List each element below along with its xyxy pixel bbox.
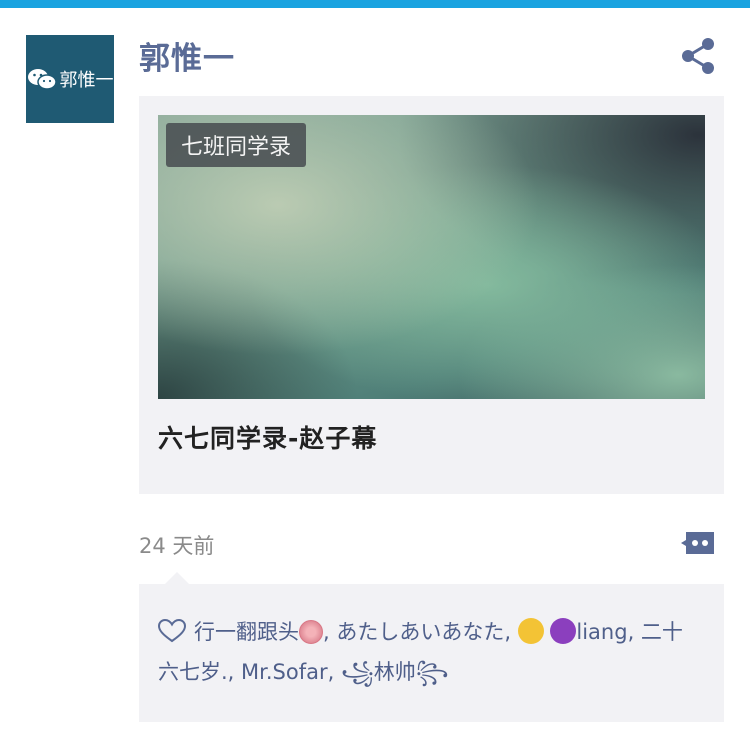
avatar[interactable]: 郭惟一: [26, 35, 114, 123]
tears-of-joy-emoji-icon: [517, 618, 544, 644]
author-name[interactable]: 郭惟一: [139, 33, 235, 78]
cover-image: 七班同学录: [158, 115, 705, 399]
cover-tag: 七班同学录: [166, 123, 307, 167]
post-time: 24 天前: [139, 534, 215, 558]
wechat-icon: [27, 69, 57, 90]
liker-name[interactable]: , あたしあいあなた,: [323, 620, 518, 644]
flower-emoji-icon: [299, 620, 323, 644]
share-icon[interactable]: [678, 36, 718, 76]
liker-name[interactable]: ꧁林帅꧂: [341, 660, 449, 684]
top-accent-bar: [0, 0, 750, 8]
likes-list: 行一翻跟头, あたしあいあなた, liang, 二十六七岁., Mr.Sofar…: [158, 612, 703, 692]
likes-panel: 行一翻跟头, あたしあいあなた, liang, 二十六七岁., Mr.Sofar…: [139, 572, 724, 722]
heart-icon: [158, 619, 186, 643]
liker-name[interactable]: liang: [576, 620, 627, 644]
liker-name[interactable]: 行一翻跟头: [194, 620, 299, 644]
article-title[interactable]: 六七同学录-赵子幕: [158, 419, 377, 455]
avatar-label: 郭惟一: [59, 70, 114, 91]
smiling-devil-emoji-icon: [550, 618, 577, 644]
shared-article-card[interactable]: 七班同学录 六七同学录-赵子幕: [139, 96, 724, 494]
comment-icon[interactable]: [680, 530, 716, 556]
